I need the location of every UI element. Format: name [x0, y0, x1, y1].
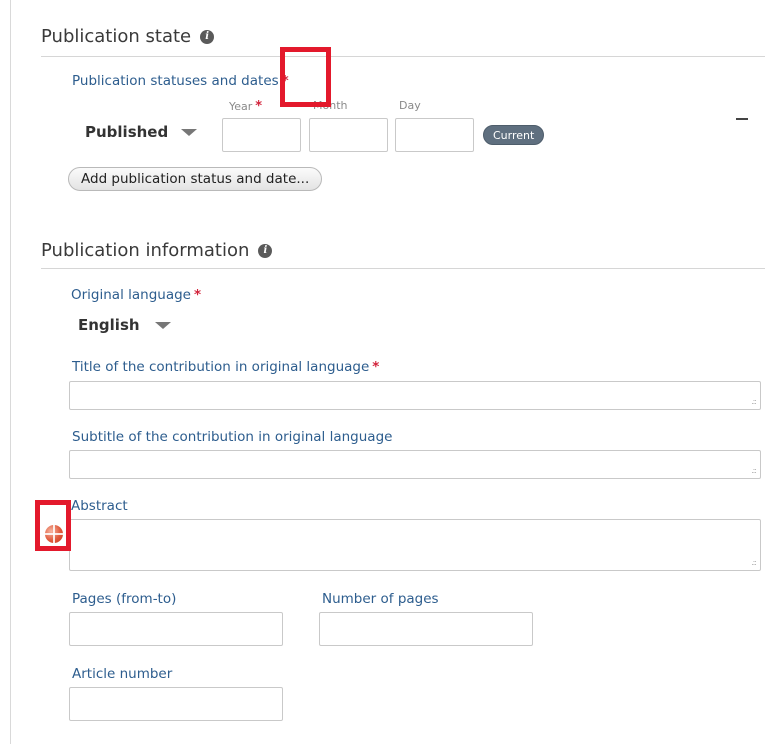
title-label-text: Title of the contribution in original la… — [72, 359, 370, 375]
article-number-label: Article number — [72, 666, 173, 682]
statuses-label-text: Publication statuses and dates — [72, 73, 279, 89]
publication-information-title: Publication information — [41, 240, 250, 261]
status-select[interactable]: Published — [76, 117, 208, 147]
abstract-label: Abstract — [71, 498, 128, 514]
original-language-label: Original language * — [71, 287, 201, 303]
year-label: Year * — [229, 99, 262, 114]
current-toggle[interactable]: Current — [483, 125, 545, 145]
original-language-label-text: Original language — [71, 287, 191, 303]
subtitle-textarea[interactable]: .:: — [69, 450, 761, 479]
left-border — [10, 0, 11, 744]
info-icon[interactable]: i — [258, 243, 273, 258]
publication-information-heading: Publication information i — [41, 240, 273, 261]
highlight-box-required-marker — [280, 47, 331, 107]
publication-state-title: Publication state — [41, 26, 192, 47]
resize-handle[interactable]: .:: — [751, 467, 757, 475]
day-label: Day — [399, 99, 421, 112]
year-input[interactable] — [222, 118, 301, 152]
required-mark: * — [372, 359, 380, 375]
required-mark: * — [255, 99, 263, 114]
year-label-text: Year — [229, 100, 253, 113]
language-select-value: English — [78, 316, 140, 334]
minus-icon[interactable] — [736, 118, 748, 120]
publication-state-heading: Publication state i — [41, 26, 215, 47]
add-publication-status-button[interactable]: Add publication status and date... — [68, 167, 323, 191]
number-of-pages-input[interactable] — [319, 612, 533, 646]
info-icon[interactable]: i — [200, 29, 215, 44]
pages-label: Pages (from-to) — [72, 591, 177, 607]
resize-handle[interactable]: .:: — [751, 398, 757, 406]
caret-down-icon — [181, 129, 197, 136]
statuses-label: Publication statuses and dates * — [72, 73, 289, 89]
article-number-input[interactable] — [69, 687, 283, 721]
status-select-value: Published — [85, 123, 169, 141]
pages-input[interactable] — [69, 612, 283, 646]
title-textarea[interactable]: .:: — [69, 381, 761, 410]
day-input[interactable] — [395, 118, 474, 152]
section-divider — [41, 56, 765, 57]
resize-handle[interactable]: .:: — [751, 559, 757, 567]
section-divider — [41, 268, 765, 269]
month-input[interactable] — [309, 118, 388, 152]
caret-down-icon — [155, 322, 171, 329]
language-select[interactable]: English — [69, 310, 181, 340]
title-label: Title of the contribution in original la… — [72, 359, 379, 375]
required-mark: * — [193, 287, 202, 303]
subtitle-label: Subtitle of the contribution in original… — [72, 429, 393, 445]
abstract-textarea[interactable]: .:: — [69, 519, 761, 571]
number-of-pages-label: Number of pages — [322, 591, 439, 607]
highlight-box-language-icon — [35, 500, 71, 551]
